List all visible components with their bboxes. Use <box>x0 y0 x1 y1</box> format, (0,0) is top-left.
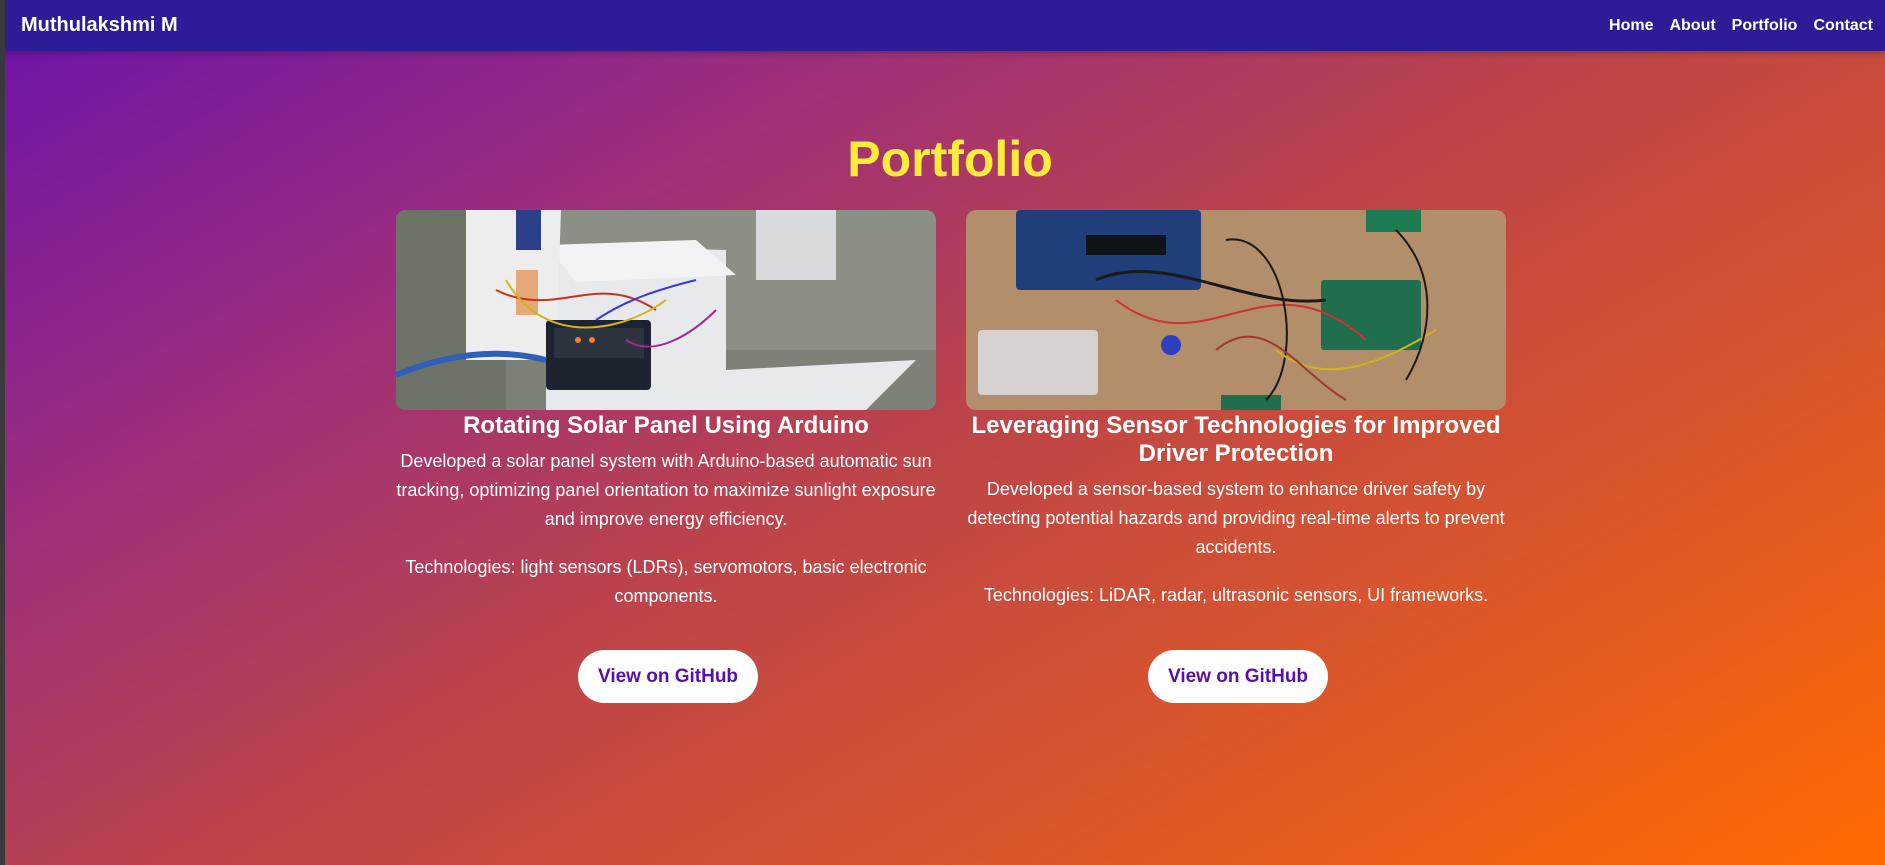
nav-link-contact[interactable]: Contact <box>1813 17 1873 35</box>
project-description: Developed a sensor-based system to enhan… <box>967 479 1505 557</box>
nav-link-about[interactable]: About <box>1669 17 1715 35</box>
view-on-github-button[interactable]: View on GitHub <box>578 650 759 703</box>
project-card-solar: Rotating Solar Panel Using Arduino Devel… <box>396 210 936 703</box>
project-card-sensor: Leveraging Sensor Technologies for Impro… <box>966 210 1506 703</box>
page: Muthulakshmi M Home About Portfolio Cont… <box>5 0 1885 865</box>
brand-name[interactable]: Muthulakshmi M <box>21 14 178 37</box>
project-image-sensor <box>966 210 1506 410</box>
nav-links: Home About Portfolio Contact <box>1609 17 1873 35</box>
navbar: Muthulakshmi M Home About Portfolio Cont… <box>5 0 1885 51</box>
project-image-solar <box>396 210 936 410</box>
portfolio-heading: Portfolio <box>847 131 1053 187</box>
nav-link-home[interactable]: Home <box>1609 17 1653 35</box>
project-title: Rotating Solar Panel Using Arduino <box>463 412 869 439</box>
project-title: Leveraging Sensor Technologies for Impro… <box>971 412 1501 467</box>
project-technologies: Technologies: LiDAR, radar, ultrasonic s… <box>983 585 1489 605</box>
view-on-github-button[interactable]: View on GitHub <box>1148 650 1329 703</box>
project-description: Developed a solar panel system with Ardu… <box>396 451 936 529</box>
nav-link-portfolio[interactable]: Portfolio <box>1732 17 1798 35</box>
project-technologies: Technologies: light sensors (LDRs), serv… <box>405 557 927 606</box>
